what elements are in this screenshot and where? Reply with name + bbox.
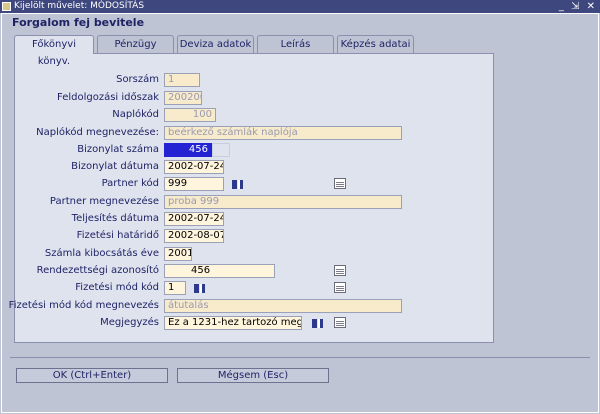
tab-deviza-adatok[interactable]: Deviza adatok: [177, 35, 254, 53]
label-bizonylat-datuma: Bizonylat dátuma: [71, 161, 159, 172]
feldolgozasi-idoszak-field[interactable]: 200200: [164, 91, 202, 105]
megjegyzes-field[interactable]: Ez a 1231-hez tartozó megjegyz: [164, 316, 302, 330]
label-partner-megnevezese: Partner megnevezése: [49, 196, 159, 207]
tab-fokonyvi[interactable]: Főkönyvi könyv.: [14, 35, 94, 67]
window-titlebar: Kijelölt művelet: MÓDOSÍTÁS _ ⇲ ✕: [0, 0, 600, 13]
ok-button[interactable]: OK (Ctrl+Enter): [16, 368, 168, 383]
bizonylat-szama-field[interactable]: 456: [164, 143, 212, 157]
label-szamla-kibocsatas-eve: Számla kibocsátás éve: [44, 248, 159, 259]
fizetesi-hatarido-field[interactable]: 2002-08-07: [164, 229, 224, 243]
tab-kepzes-adatai[interactable]: Képzés adatai: [337, 35, 414, 53]
sorszam-field[interactable]: 1: [164, 73, 200, 87]
megjegyzes-lov-icon[interactable]: [311, 318, 325, 329]
label-fizetesi-mod-kod: Fizetési mód kód: [75, 282, 159, 293]
label-fizetesi-hatarido: Fizetési határidő: [76, 230, 159, 241]
label-sorszam: Sorszám: [116, 74, 159, 85]
bizonylat-szama-field-tail: [212, 143, 230, 157]
fizetesi-mod-kod-lov-icon[interactable]: [193, 283, 207, 294]
window-title: Kijelölt művelet: MÓDOSÍTÁS: [14, 1, 145, 11]
naplokod-megnevezese-field[interactable]: beérkező számlák naplója: [164, 126, 402, 140]
app-icon: [2, 2, 11, 11]
label-partner-kod: Partner kód: [101, 178, 159, 189]
fizetesi-mod-kod-field[interactable]: 1: [164, 281, 186, 295]
window-controls[interactable]: _ ⇲ ✕: [559, 0, 597, 13]
partner-megnevezese-field[interactable]: proba 999: [164, 195, 402, 209]
partner-kod-field[interactable]: 999: [164, 177, 224, 191]
label-rendezettsegi-azonosito: Rendezettségi azonosító: [36, 265, 159, 276]
label-naplokod: Naplókód: [112, 109, 159, 120]
fizetesi-mod-kod-calendar-icon[interactable]: [334, 282, 346, 293]
label-bizonylat-szama: Bizonylat száma: [77, 144, 159, 155]
rendezettsegi-azonosito-calendar-icon[interactable]: [334, 265, 346, 276]
teljesites-datuma-field[interactable]: 2002-07-24: [164, 212, 224, 226]
label-feldolgozasi-idoszak: Feldolgozási időszak: [56, 92, 159, 103]
bizonylat-datuma-field[interactable]: 2002-07-24: [164, 160, 224, 174]
label-megjegyzes: Megjegyzés: [100, 317, 159, 328]
partner-kod-lov-icon[interactable]: [231, 179, 245, 190]
label-fizetesi-mod-kod-megnevezes: Fizetési mód kód megnevezés: [8, 300, 159, 311]
szamla-kibocsatas-eve-field[interactable]: 2001: [164, 247, 192, 261]
megjegyzes-calendar-icon[interactable]: [334, 317, 346, 328]
label-teljesites-datuma: Teljesítés dátuma: [71, 213, 159, 224]
fizetesi-mod-kod-megnevezes-field[interactable]: átutalás: [164, 299, 402, 313]
naplokod-field[interactable]: 100: [164, 108, 216, 122]
rendezettsegi-azonosito-field[interactable]: 456: [164, 264, 275, 278]
cancel-button[interactable]: Mégsem (Esc): [177, 368, 329, 383]
button-separator: [10, 357, 590, 358]
tab-penzugy[interactable]: Pénzügy: [97, 35, 174, 53]
form-heading: Forgalom fej bevitele: [12, 16, 145, 29]
label-naplokod-megnevezese: Naplókód megnevezése:: [36, 127, 159, 138]
partner-kod-calendar-icon[interactable]: [334, 178, 346, 189]
tab-leiras[interactable]: Leírás: [257, 35, 334, 53]
